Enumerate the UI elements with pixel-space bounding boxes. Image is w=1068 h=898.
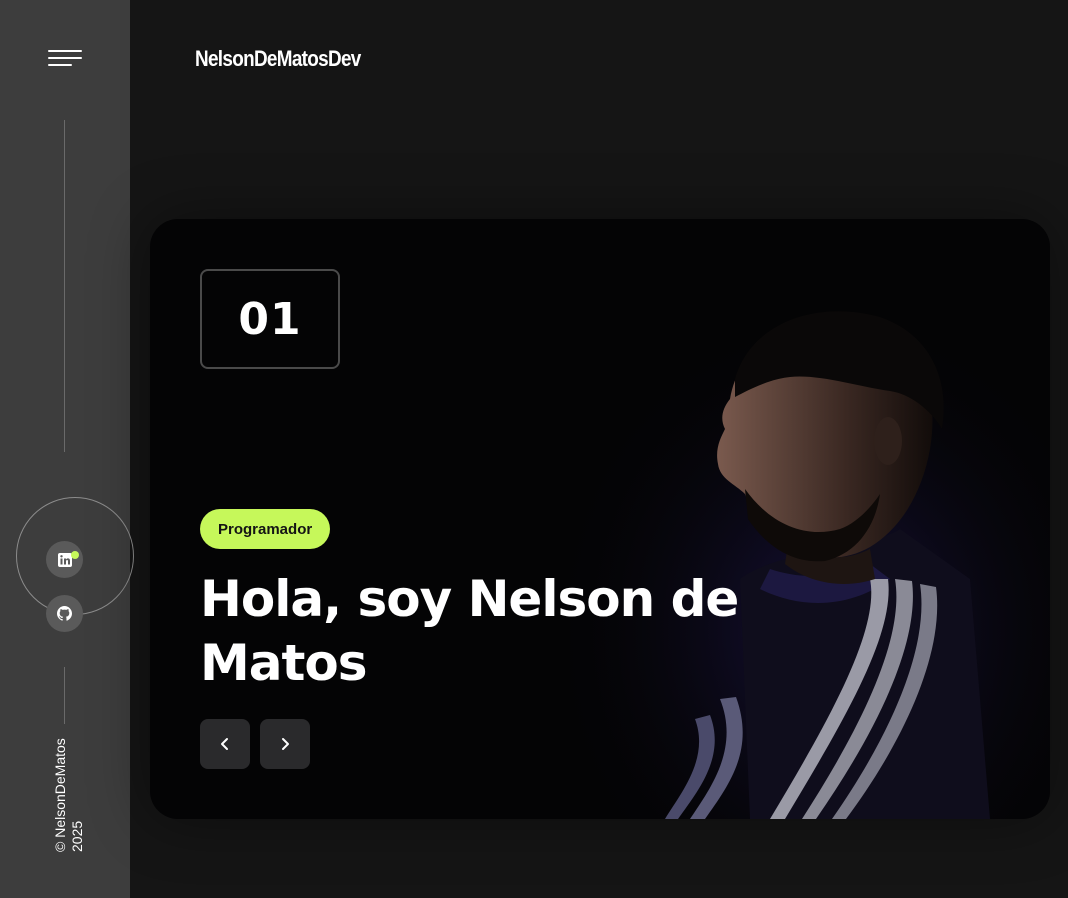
next-slide-button[interactable] xyxy=(260,719,310,769)
role-badge: Programador xyxy=(200,509,331,549)
hero-headline: Hola, soy Nelson de Matos xyxy=(200,570,739,692)
sidebar: © NelsonDeMatos 2025 xyxy=(0,0,134,898)
github-link[interactable] xyxy=(46,595,83,632)
linkedin-link[interactable] xyxy=(46,541,83,578)
previous-slide-button[interactable] xyxy=(200,719,250,769)
hero-slide: 01 Programador Hola, soy Nelson de Matos xyxy=(150,219,1050,819)
github-icon xyxy=(57,606,72,621)
chevron-right-icon xyxy=(282,738,289,750)
sidebar-divider-bottom xyxy=(64,667,65,724)
chevron-left-icon xyxy=(221,738,228,750)
portrait-image xyxy=(570,279,1050,819)
active-indicator-dot xyxy=(71,551,79,559)
copyright-text: © NelsonDeMatos 2025 xyxy=(52,738,86,852)
sidebar-divider-top xyxy=(64,120,65,452)
copyright-line-1: © NelsonDeMatos xyxy=(52,738,68,852)
brand-logo[interactable]: NelsonDeMatosDev xyxy=(195,46,361,72)
hamburger-menu-icon[interactable] xyxy=(46,46,84,74)
linkedin-icon xyxy=(57,552,72,567)
slide-counter: 01 xyxy=(200,269,340,369)
copyright-year: 2025 xyxy=(69,820,85,852)
